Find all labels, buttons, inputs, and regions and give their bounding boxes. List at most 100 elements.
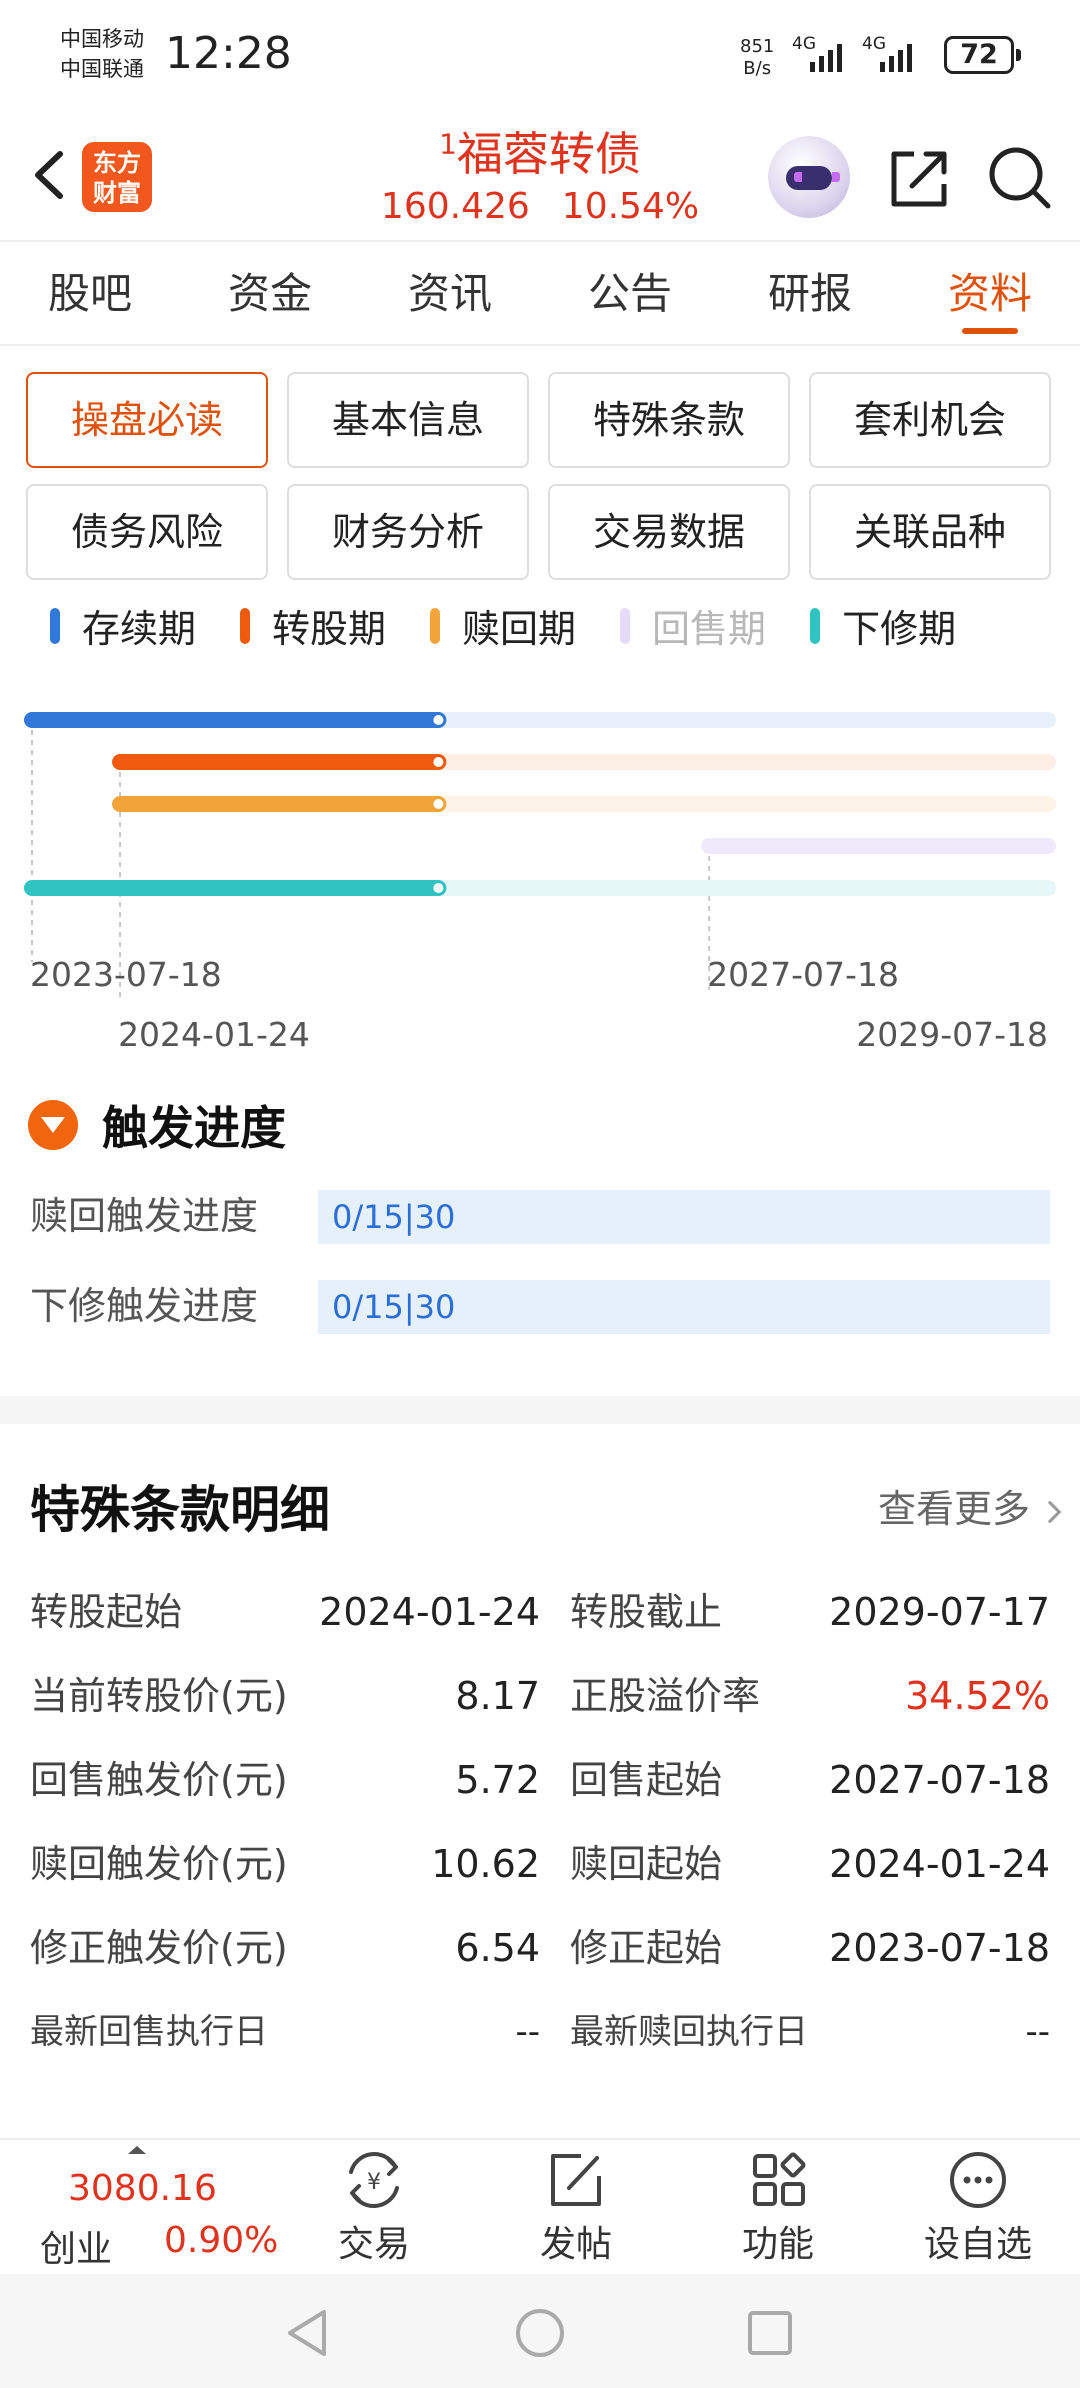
search-icon[interactable] — [984, 142, 1054, 212]
subtab-debt-risk[interactable]: 债务风险 — [26, 484, 268, 580]
redeem-trigger-value: 0/15|30 — [332, 1198, 456, 1236]
system-nav-bar — [0, 2274, 1080, 2388]
share-icon[interactable] — [884, 144, 954, 214]
market-index-ticker[interactable]: 3080.16 创业 0.90% — [0, 2140, 300, 2276]
chevron-right-icon — [1038, 1500, 1062, 1523]
carrier-1: 中国移动 — [60, 27, 144, 51]
apps-icon — [753, 2152, 806, 2206]
timeline-tracks — [24, 712, 1056, 896]
expand-up-icon — [128, 2146, 146, 2154]
legend-marker — [50, 607, 60, 644]
tab-news[interactable]: 资讯 — [360, 244, 540, 344]
terms-row: 赎回触发价(元) 10.62 赎回起始 2024-01-24 — [30, 1842, 1050, 1886]
terms-row: 最新回售执行日 -- 最新赎回执行日 -- — [30, 2012, 1050, 2052]
trade-icon: ¥ — [349, 2152, 399, 2208]
terms-row: 当前转股价(元) 8.17 正股溢价率 34.52% — [30, 1664, 1050, 1748]
bottom-toolbar: 3080.16 创业 0.90% ¥ 交易 发帖 功能 设自选 — [0, 2138, 1080, 2274]
trigger-progress-header: 触发进度 — [28, 1092, 286, 1158]
nav-recents-icon[interactable] — [735, 2298, 805, 2368]
timeline-date-label: 2027-07-18 — [707, 955, 899, 994]
index-value: 3080.16 — [68, 2168, 217, 2209]
apps-button[interactable]: 功能 — [698, 2150, 858, 2270]
main-tabs: 股吧 资金 资讯 公告 研报 资料 — [0, 244, 1080, 346]
more-icon — [950, 2152, 1006, 2208]
legend-marker — [620, 607, 631, 644]
timeline-track — [24, 880, 1056, 896]
signal-icon — [880, 42, 912, 72]
terms-row: 转股起始 2024-01-24 转股截止 2029-07-17 — [30, 1590, 1050, 1634]
trade-button[interactable]: ¥ 交易 — [294, 2150, 454, 2270]
battery-icon: 72 — [944, 36, 1021, 74]
subtab-arbitrage[interactable]: 套利机会 — [809, 372, 1051, 468]
trigger-title: 触发进度 — [102, 1101, 286, 1155]
index-name: 创业 — [40, 2229, 113, 2270]
timeline-date-label: 2029-07-18 — [856, 1015, 1048, 1054]
nav-home-icon[interactable] — [505, 2298, 575, 2368]
section-divider — [0, 1396, 1080, 1424]
stock-name: 福蓉转债 — [456, 127, 641, 181]
timeline-track — [112, 754, 1056, 770]
apps-label: 功能 — [741, 2224, 814, 2265]
sub-tab-grid: 操盘必读 基本信息 特殊条款 套利机会 债务风险 财务分析 交易数据 关联品种 — [26, 372, 1054, 580]
revise-trigger-row: 下修触发进度 0/15|30 — [30, 1278, 1050, 1334]
carrier-info: 中国移动 中国联通 — [60, 24, 144, 84]
subtab-trading-data[interactable]: 交易数据 — [548, 484, 790, 580]
terms-row: 回售触发价(元) 5.72 回售起始 2027-07-18 — [30, 1758, 1050, 1802]
subtab-related[interactable]: 关联品种 — [809, 484, 1051, 580]
tab-funds[interactable]: 资金 — [180, 244, 360, 344]
carrier-2: 中国联通 — [60, 57, 144, 81]
tab-announcements[interactable]: 公告 — [540, 244, 720, 344]
track-current-marker — [433, 799, 444, 809]
legend-item: 存续期 — [50, 598, 196, 653]
post-label: 发帖 — [539, 2224, 612, 2265]
legend-marker — [430, 607, 441, 644]
legend-item: 下修期 — [810, 598, 956, 653]
ai-assistant-icon[interactable] — [768, 136, 850, 218]
title-badge: 1 — [439, 127, 457, 161]
net-speed: 851 B/s — [740, 36, 774, 80]
redeem-trigger-label: 赎回触发进度 — [30, 1194, 259, 1238]
special-terms-table: 转股起始 2024-01-24 转股截止 2029-07-17 当前转股价(元)… — [30, 1580, 1050, 2084]
svg-text:¥: ¥ — [367, 2170, 381, 2195]
subtab-special-terms[interactable]: 特殊条款 — [548, 372, 790, 468]
track-current-marker — [433, 757, 444, 767]
subtab-financial-analysis[interactable]: 财务分析 — [287, 484, 529, 580]
timeline-date-labels: 2023-07-18 2024-01-24 2027-07-18 2029-07-18 — [30, 955, 1048, 1054]
tab-research[interactable]: 研报 — [720, 244, 900, 344]
track-current-marker — [433, 715, 444, 725]
special-terms-title: 特殊条款明细 — [30, 1481, 330, 1539]
post-button[interactable]: 发帖 — [496, 2150, 656, 2270]
net-speed-unit: B/s — [743, 58, 772, 79]
add-watchlist-button[interactable]: 设自选 — [898, 2150, 1058, 2270]
stock-price: 160.426 — [380, 186, 530, 227]
view-more-link[interactable]: 查看更多 — [878, 1478, 1062, 1533]
stock-change-pct: 10.54% — [561, 186, 700, 227]
tab-profile[interactable]: 资料 — [900, 244, 1080, 344]
legend-marker — [240, 607, 251, 644]
status-bar: 中国移动 中国联通 12:28 851 B/s 4G 4G 72 — [0, 0, 1080, 110]
signal-icon — [810, 42, 842, 72]
terms-row: 修正触发价(元) 6.54 修正起始 2023-07-18 — [30, 1926, 1050, 1970]
trade-label: 交易 — [337, 2224, 410, 2265]
timeline-track — [24, 712, 1056, 728]
premium-rate-value: 34.52% — [905, 1674, 1050, 1718]
revise-trigger-label: 下修触发进度 — [30, 1284, 259, 1328]
index-change: 0.90% — [164, 2220, 279, 2261]
title-bar: 东方 财富 1福蓉转债 160.426 10.54% — [0, 110, 1080, 242]
net-speed-value: 851 — [740, 36, 775, 57]
legend-marker — [810, 607, 821, 644]
revise-trigger-value: 0/15|30 — [332, 1288, 456, 1326]
tab-guba[interactable]: 股吧 — [0, 244, 180, 344]
subtab-trading-must-read[interactable]: 操盘必读 — [26, 372, 268, 468]
legend-item: 赎回期 — [430, 598, 576, 653]
subtab-basic-info[interactable]: 基本信息 — [287, 372, 529, 468]
add-watchlist-label: 设自选 — [923, 2224, 1032, 2265]
timeline-track — [112, 796, 1056, 812]
timeline-date-label: 2024-01-24 — [118, 1015, 310, 1054]
clock: 12:28 — [165, 28, 292, 79]
legend-item: 回售期 — [620, 598, 766, 653]
track-current-marker — [433, 883, 444, 893]
trigger-icon — [28, 1100, 78, 1150]
nav-back-icon[interactable] — [272, 2298, 342, 2368]
period-timeline: 2023-07-18 2024-01-24 2027-07-18 2029-07-18 — [24, 712, 1056, 1054]
